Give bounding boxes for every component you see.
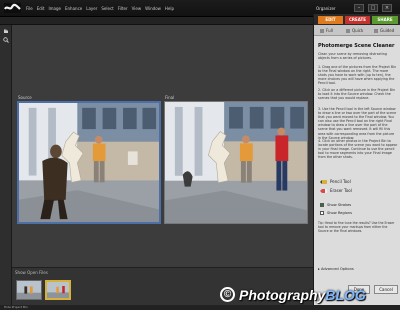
edit-subtabs: Full Quick Guided [314,25,400,36]
toolbox [0,25,12,305]
pencil-tool-label: Pencil Tool [330,179,351,184]
watermark-word-1: Photography [239,287,326,303]
menu-file[interactable]: File [26,4,33,14]
menu-help[interactable]: Help [165,4,174,14]
minimize-icon[interactable]: – [354,4,364,12]
zoom-tool-icon[interactable] [3,37,9,43]
full-edit-icon [320,29,324,33]
subtab-quick-label: Quick [352,28,364,33]
hand-tool-icon[interactable] [3,28,9,34]
guided-icon [374,29,378,33]
guided-panel: EDIT CREATE SHARE Full Quick Guided Phot… [313,14,400,305]
step-1-text: 1. Drag one of the pictures from the Pro… [318,65,397,86]
tab-edit[interactable]: EDIT [318,16,343,24]
show-strokes-check[interactable] [320,203,324,207]
guided-title: Photomerge Scene Cleaner [318,43,395,49]
intro-text: Clean your scene by removing distracting… [318,52,387,61]
eraser-tool-label: Eraser Tool [330,188,352,193]
eraser-icon [320,189,327,193]
copyright-icon: © [220,287,235,302]
watermark-text: PhotographyBLOG [239,286,366,304]
tip-text: Tip: Head to fine tune the results? Use … [318,221,395,233]
show-regions-label: Show Regions [327,211,353,215]
menu-window[interactable]: Window [145,4,161,14]
maximize-icon[interactable]: □ [368,4,378,12]
tab-share[interactable]: SHARE [372,16,398,24]
bin-thumbnail-2-selected[interactable] [45,280,71,300]
subtab-guided[interactable]: Guided [374,27,394,34]
pencil-icon [320,180,327,184]
menu-bar: File Edit Image Enhance Layer Select Fil… [26,4,174,14]
step-2-text: 2. Click on a different picture in the P… [318,88,396,101]
final-photo[interactable] [164,101,308,224]
menu-filter[interactable]: Filter [118,4,128,14]
advanced-options-toggle[interactable]: ▸ Advanced Options [318,267,354,272]
menu-edit[interactable]: Edit [37,4,45,14]
bin-thumbnail-1[interactable] [16,280,42,300]
pencil-tool-button[interactable]: Pencil Tool [320,179,351,185]
source-label: Source [18,95,32,100]
photographyblog-watermark: © PhotographyBLOG [220,286,396,304]
menu-view[interactable]: View [132,4,142,14]
final-panel[interactable]: Final [164,95,308,224]
step-4-text: 4. Click on other photos in the Project … [318,139,398,160]
subtab-guided-label: Guided [380,28,395,33]
step-3-text: 3. Use the Pencil tool in the left Sourc… [318,107,397,140]
menu-layer[interactable]: Layer [86,4,97,14]
photoshop-elements-window: File Edit Image Enhance Layer Select Fil… [0,0,400,310]
status-bar: Hide Project Bin [0,305,400,310]
subtab-full[interactable]: Full [320,27,333,34]
organizer-button[interactable]: Organizer [316,4,346,13]
mode-tabs: EDIT CREATE SHARE [314,14,400,25]
bin-label[interactable]: Show Open Files [15,270,48,275]
hide-project-bin-toggle[interactable]: Hide Project Bin [4,305,28,310]
show-regions-checkbox[interactable]: Show Regions [320,210,352,216]
quick-fix-icon [346,29,350,33]
show-strokes-checkbox[interactable]: Show Strokes [320,202,351,208]
menu-enhance[interactable]: Enhance [65,4,82,14]
source-photo[interactable] [17,101,161,224]
source-panel[interactable]: Source [17,95,161,224]
eraser-tool-button[interactable]: Eraser Tool [320,188,352,194]
subtab-quick[interactable]: Quick [346,27,363,34]
final-label: Final [165,95,175,100]
menu-select[interactable]: Select [101,4,113,14]
tab-create[interactable]: CREATE [345,16,370,24]
close-icon[interactable]: × [382,4,392,12]
menu-image[interactable]: Image [48,4,61,14]
show-strokes-label: Show Strokes [327,203,352,207]
app-logo-icon [4,3,21,13]
canvas-area: Source Final [12,25,313,267]
show-regions-check[interactable] [320,211,324,215]
watermark-word-2: BLOG [325,287,366,303]
advanced-options-label: Advanced Options [320,267,354,271]
window-controls: – □ × [354,4,392,12]
subtab-full-label: Full [326,28,333,33]
